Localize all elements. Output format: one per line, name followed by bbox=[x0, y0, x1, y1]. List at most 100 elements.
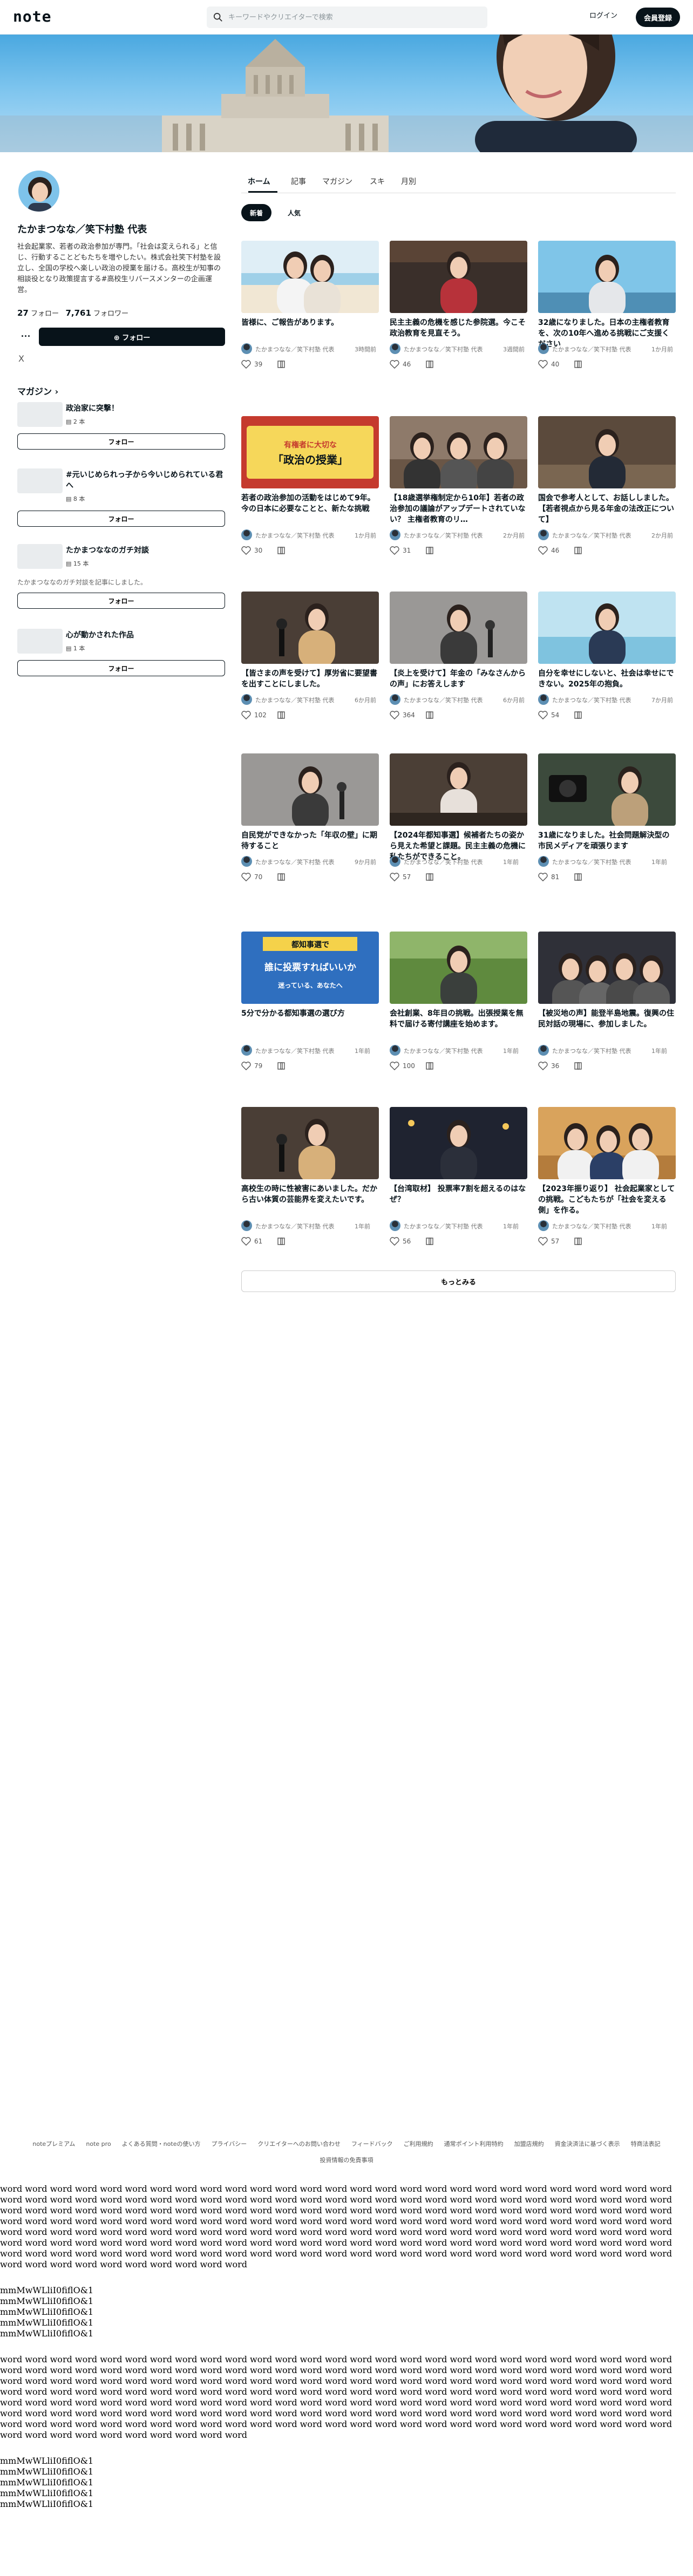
bookmark-icon[interactable] bbox=[277, 711, 286, 719]
author-name[interactable]: たかまつなな／笑下村塾 代表 bbox=[552, 696, 631, 704]
article-title[interactable]: 皆様に、ご報告があります。 bbox=[241, 317, 379, 328]
bookmark-icon[interactable] bbox=[574, 873, 582, 881]
author-name[interactable]: たかまつなな／笑下村塾 代表 bbox=[255, 1046, 335, 1055]
article-thumbnail[interactable] bbox=[538, 753, 676, 826]
article-thumbnail[interactable] bbox=[538, 416, 676, 488]
heart-icon[interactable] bbox=[538, 360, 548, 369]
footer-link[interactable]: 通常ポイント利用特約 bbox=[444, 2140, 504, 2147]
article-thumbnail[interactable] bbox=[538, 932, 676, 1004]
article-thumbnail[interactable] bbox=[241, 592, 379, 664]
tab-likes[interactable]: スキ bbox=[370, 176, 385, 187]
tab-articles[interactable]: 記事 bbox=[291, 176, 306, 187]
author-avatar[interactable] bbox=[538, 1045, 549, 1056]
author-avatar[interactable] bbox=[241, 694, 252, 705]
heart-icon[interactable] bbox=[390, 360, 399, 369]
article-title[interactable]: 【被災地の声】能登半島地震。復興の住民対話の現場に、参加しました。 bbox=[538, 1008, 676, 1030]
article-thumbnail[interactable] bbox=[390, 592, 527, 664]
magazine-title[interactable]: 政治家に突撃！ bbox=[66, 403, 225, 414]
article-title[interactable]: 高校生の時に性被害にあいました。だから古い体質の芸能界を変えたいです。 bbox=[241, 1184, 379, 1205]
article-thumbnail[interactable] bbox=[538, 1107, 676, 1179]
bookmark-icon[interactable] bbox=[277, 1237, 286, 1246]
footer-link[interactable]: 資金決済法に基づく表示 bbox=[555, 2140, 620, 2147]
author-avatar[interactable] bbox=[241, 856, 252, 867]
magazine-follow-button[interactable]: フォロー bbox=[17, 660, 225, 676]
author-avatar[interactable] bbox=[538, 856, 549, 867]
article-thumbnail[interactable] bbox=[538, 241, 676, 313]
footer-link[interactable]: 投資情報の免責事項 bbox=[320, 2157, 373, 2164]
heart-icon[interactable] bbox=[241, 360, 251, 369]
author-name[interactable]: たかまつなな／笑下村塾 代表 bbox=[404, 858, 483, 866]
article-title[interactable]: 若者の政治参加の活動をはじめて9年。今の日本に必要なことと、新たな挑戦 bbox=[241, 493, 379, 514]
magazine-follow-button[interactable]: フォロー bbox=[17, 511, 225, 527]
signup-button[interactable]: 会員登録 bbox=[636, 8, 680, 27]
footer-link[interactable]: フィードバック bbox=[351, 2140, 393, 2147]
heart-icon[interactable] bbox=[390, 1062, 399, 1070]
author-avatar[interactable] bbox=[538, 343, 549, 354]
sort-popular-button[interactable]: 人気 bbox=[279, 204, 309, 221]
sort-new-button[interactable]: 新着 bbox=[241, 204, 271, 221]
author-name[interactable]: たかまつなな／笑下村塾 代表 bbox=[552, 345, 631, 354]
article-title[interactable]: 【18歳選挙権制定から10年】若者の政治参加の議論がアップデートされていない？ … bbox=[390, 493, 527, 525]
bookmark-icon[interactable] bbox=[425, 1062, 434, 1070]
article-thumbnail[interactable] bbox=[241, 241, 379, 313]
author-name[interactable]: たかまつなな／笑下村塾 代表 bbox=[255, 858, 335, 866]
magazine-follow-button[interactable]: フォロー bbox=[17, 593, 225, 609]
author-name[interactable]: たかまつなな／笑下村塾 代表 bbox=[404, 531, 483, 540]
heart-icon[interactable] bbox=[241, 1062, 251, 1070]
followers-count[interactable]: 7,761 bbox=[65, 308, 91, 318]
heart-icon[interactable] bbox=[241, 711, 251, 719]
see-more-button[interactable]: もっとみる bbox=[241, 1270, 676, 1292]
followers-label[interactable]: フォロワー bbox=[93, 310, 128, 318]
heart-icon[interactable] bbox=[390, 1237, 399, 1246]
author-avatar[interactable] bbox=[241, 1220, 252, 1231]
footer-link[interactable]: noteプレミアム bbox=[32, 2140, 75, 2147]
article-thumbnail[interactable]: 有権者に大切な 「政治の授業」 bbox=[241, 416, 379, 488]
author-name[interactable]: たかまつなな／笑下村塾 代表 bbox=[255, 696, 335, 704]
magazine-title[interactable]: 心が動かされた作品 bbox=[66, 630, 225, 641]
bookmark-icon[interactable] bbox=[425, 711, 434, 719]
tab-monthly[interactable]: 月別 bbox=[401, 176, 416, 187]
bookmark-icon[interactable] bbox=[277, 360, 286, 369]
article-thumbnail[interactable] bbox=[390, 241, 527, 313]
author-avatar[interactable] bbox=[390, 343, 400, 354]
login-button[interactable]: ログイン bbox=[589, 10, 617, 20]
author-name[interactable]: たかまつなな／笑下村塾 代表 bbox=[255, 531, 335, 540]
article-thumbnail[interactable] bbox=[390, 753, 527, 826]
author-name[interactable]: たかまつなな／笑下村塾 代表 bbox=[404, 345, 483, 354]
heart-icon[interactable] bbox=[390, 546, 399, 555]
heart-icon[interactable] bbox=[538, 873, 548, 881]
footer-link[interactable]: よくある質問・noteの使い方 bbox=[122, 2140, 201, 2147]
article-thumbnail[interactable] bbox=[241, 1107, 379, 1179]
article-title[interactable]: 【台湾取材】 投票率7割を超えるのはなぜ？ bbox=[390, 1184, 527, 1205]
article-title[interactable]: 【皆さまの声を受けて】厚労省に要望書を出すことにしました。 bbox=[241, 668, 379, 690]
magazine-follow-button[interactable]: フォロー bbox=[17, 433, 225, 450]
article-thumbnail[interactable] bbox=[538, 592, 676, 664]
author-avatar[interactable] bbox=[390, 1045, 400, 1056]
article-title[interactable]: 自民党ができなかった「年収の壁」に期待すること bbox=[241, 830, 379, 852]
article-title[interactable]: 5分で分かる都知事選の選び方 bbox=[241, 1008, 379, 1019]
author-name[interactable]: たかまつなな／笑下村塾 代表 bbox=[255, 345, 335, 354]
article-thumbnail[interactable] bbox=[241, 753, 379, 826]
heart-icon[interactable] bbox=[390, 873, 399, 881]
author-avatar[interactable] bbox=[241, 1045, 252, 1056]
follow-button[interactable]: ⊕ フォロー bbox=[39, 328, 225, 346]
author-name[interactable]: たかまつなな／笑下村塾 代表 bbox=[552, 1046, 631, 1055]
author-name[interactable]: たかまつなな／笑下村塾 代表 bbox=[404, 1046, 483, 1055]
tab-home[interactable]: ホーム bbox=[248, 176, 270, 187]
footer-link[interactable]: クリエイターへのお問い合わせ bbox=[257, 2140, 341, 2147]
article-title[interactable]: 民主主義の危機を感じた参院選。今こそ政治教育を見直そう。 bbox=[390, 317, 527, 339]
magazine-title[interactable]: たかまつななのガチ対談 bbox=[66, 545, 225, 556]
heart-icon[interactable] bbox=[241, 873, 251, 881]
article-title[interactable]: 会社創業、8年目の挑戦。出張授業を無料で届ける寄付講座を始めます。 bbox=[390, 1008, 527, 1030]
author-avatar[interactable] bbox=[538, 1220, 549, 1231]
article-title[interactable]: 国会で参考人として、お話ししました。【若者視点から見る年金の法改正について】 bbox=[538, 493, 676, 525]
heart-icon[interactable] bbox=[538, 1237, 548, 1246]
footer-link[interactable]: ご利用規約 bbox=[404, 2140, 433, 2147]
x-social-icon[interactable]: X bbox=[18, 354, 24, 364]
footer-link[interactable]: note pro bbox=[86, 2140, 111, 2147]
author-name[interactable]: たかまつなな／笑下村塾 代表 bbox=[404, 1222, 483, 1231]
author-avatar[interactable] bbox=[390, 529, 400, 540]
author-avatar[interactable] bbox=[538, 694, 549, 705]
footer-link[interactable]: 特商法表記 bbox=[631, 2140, 661, 2147]
bookmark-icon[interactable] bbox=[574, 360, 582, 369]
